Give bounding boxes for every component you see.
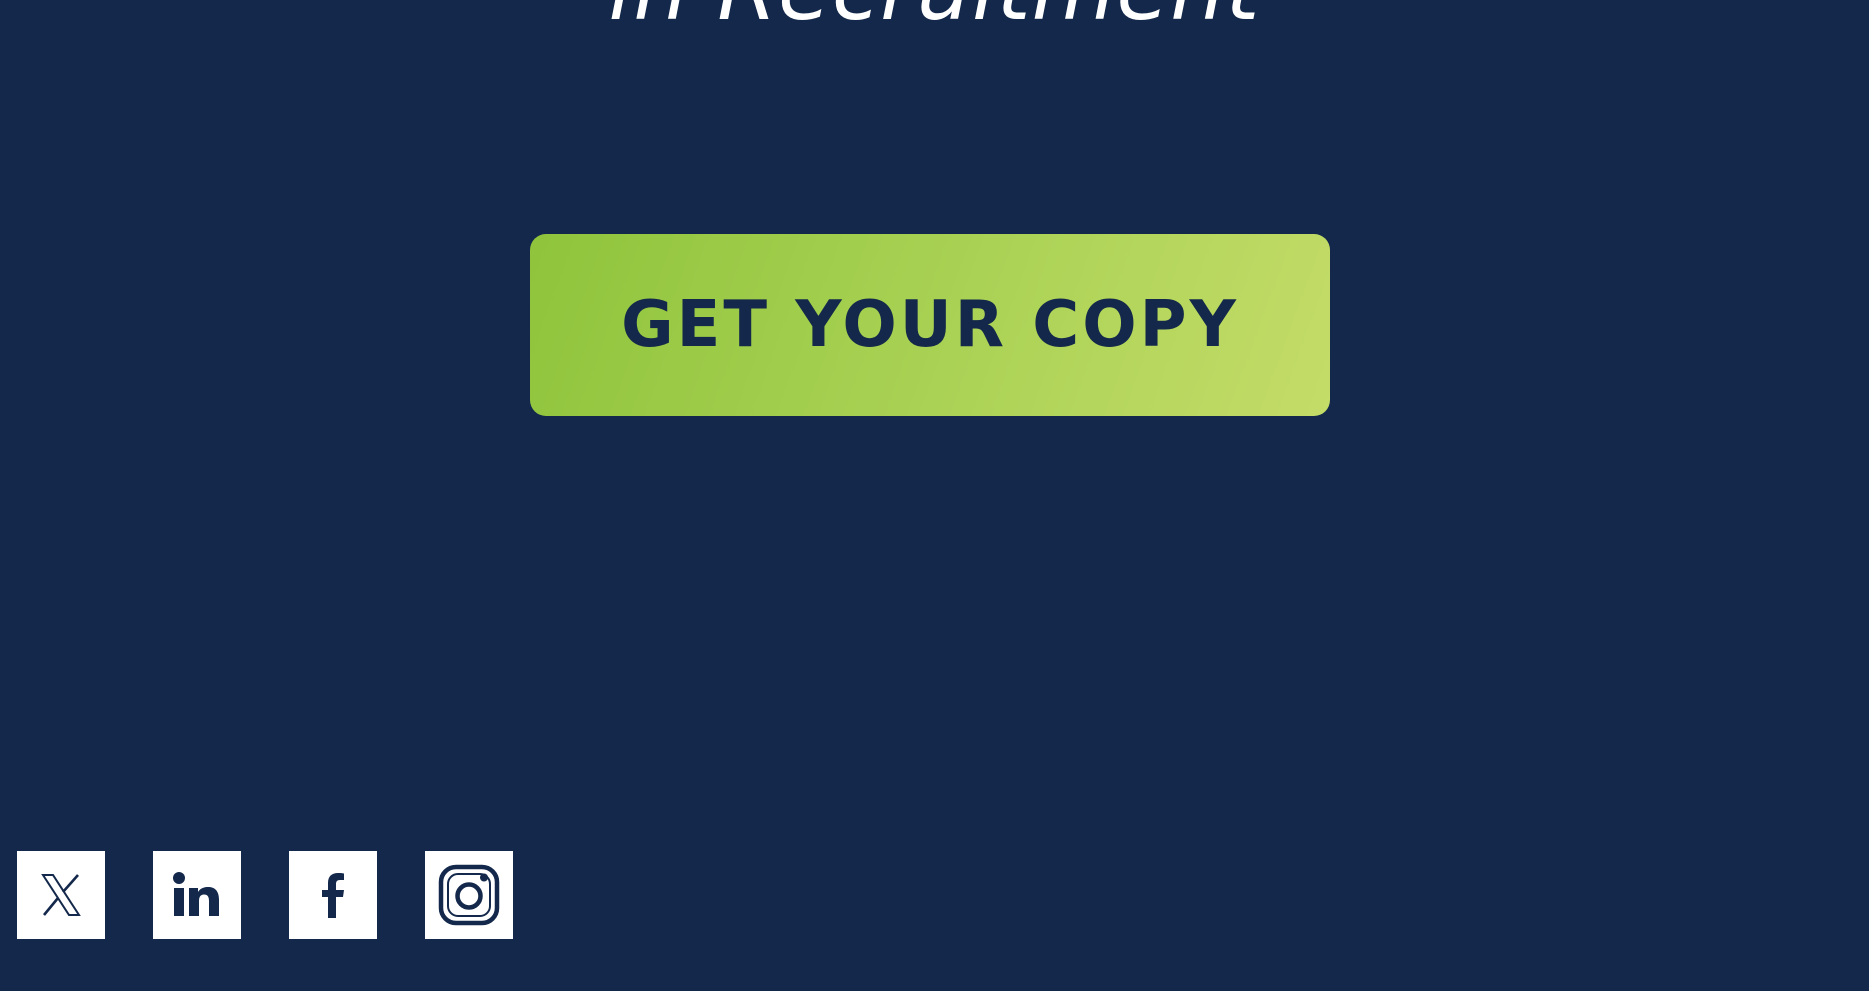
- get-your-copy-button[interactable]: GET YOUR COPY: [530, 234, 1330, 416]
- cta-label: GET YOUR COPY: [621, 288, 1239, 362]
- social-links: [17, 851, 513, 939]
- social-link-x[interactable]: [17, 851, 105, 939]
- linkedin-icon: [173, 872, 219, 916]
- hero-title: in Recruitment: [0, 0, 1869, 40]
- page: in Recruitment GET YOUR COPY: [0, 0, 1869, 991]
- facebook-icon: [322, 873, 344, 918]
- social-link-instagram[interactable]: [425, 851, 513, 939]
- x-twitter-icon: [41, 874, 81, 916]
- social-link-linkedin[interactable]: [153, 851, 241, 939]
- social-link-facebook[interactable]: [289, 851, 377, 939]
- instagram-icon: [438, 864, 500, 926]
